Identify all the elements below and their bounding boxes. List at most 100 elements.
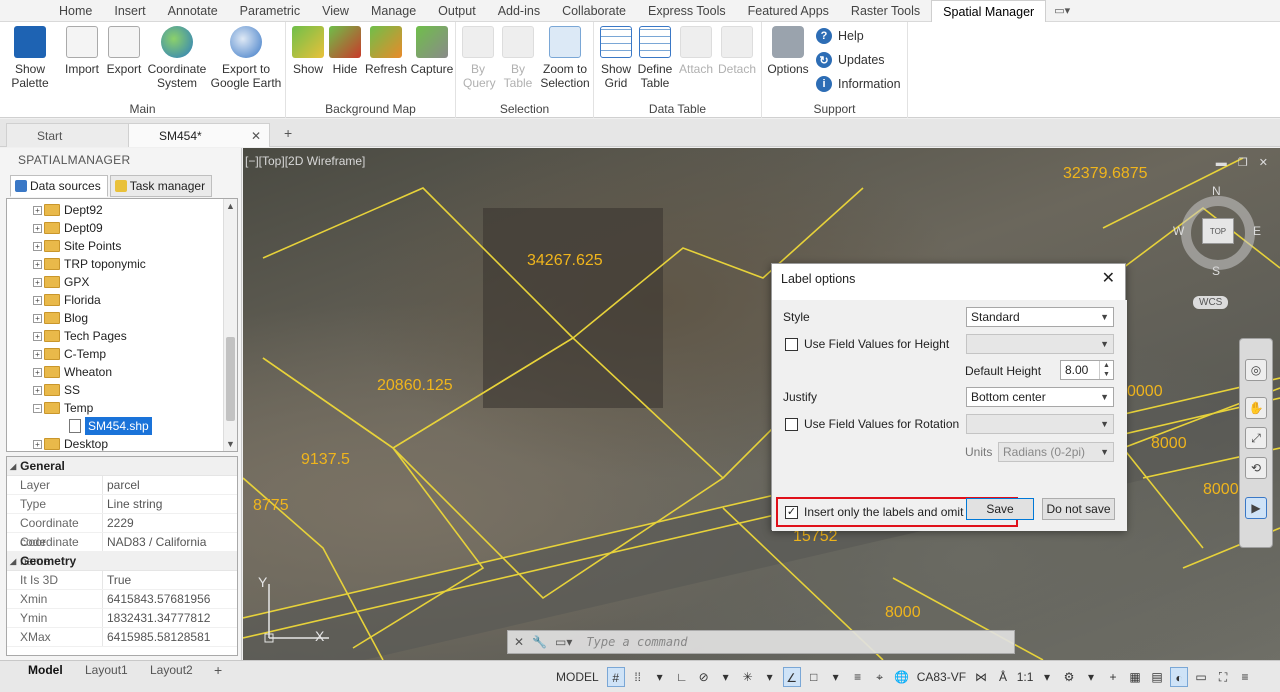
tree-item[interactable]: + Blog: [33, 309, 88, 327]
expand-icon[interactable]: +: [33, 223, 42, 233]
scale-dropdown-icon[interactable]: ▾: [1038, 667, 1056, 687]
doc-tab-sm454[interactable]: SM454* ✕: [128, 123, 270, 147]
wcs-menu[interactable]: WCS: [1193, 296, 1229, 309]
expand-icon[interactable]: +: [33, 439, 42, 449]
tab-insert[interactable]: Insert: [103, 0, 156, 22]
refresh-map-button[interactable]: Refresh: [364, 26, 408, 76]
isometric-dropdown-icon[interactable]: ▾: [761, 667, 779, 687]
scroll-up-icon[interactable]: ▲: [226, 201, 235, 211]
tab-data-sources[interactable]: Data sources: [10, 175, 108, 197]
collapse-icon[interactable]: −: [33, 403, 42, 413]
expand-icon[interactable]: +: [33, 295, 42, 305]
quick-properties-icon[interactable]: ▤: [1148, 667, 1166, 687]
justify-select[interactable]: Bottom center ▼: [966, 387, 1114, 407]
model-space-toggle[interactable]: MODEL: [552, 667, 603, 687]
checkbox-box-checked[interactable]: ✓: [785, 505, 798, 519]
tab-featured-apps[interactable]: Featured Apps: [737, 0, 840, 22]
orbit-icon[interactable]: ⟲: [1245, 457, 1267, 479]
polar-tracking-icon[interactable]: ⊘: [695, 667, 713, 687]
define-table-button[interactable]: Define Table: [636, 26, 674, 90]
expand-icon[interactable]: +: [33, 385, 42, 395]
capture-map-button[interactable]: Capture: [410, 26, 454, 76]
tree-item[interactable]: + SS: [33, 381, 80, 399]
polar-dropdown-icon[interactable]: ▾: [717, 667, 735, 687]
options-button[interactable]: Options: [766, 26, 810, 76]
expand-icon[interactable]: +: [33, 205, 42, 215]
zoom-to-selection-button[interactable]: Zoom to Selection: [538, 26, 592, 90]
location-pin-icon[interactable]: ⌖: [871, 667, 889, 687]
pan-icon[interactable]: ✋: [1245, 397, 1267, 419]
export-button[interactable]: Export: [104, 26, 144, 76]
compass-south[interactable]: S: [1212, 264, 1220, 278]
ribbon-options-icon[interactable]: ▭▾: [1054, 4, 1070, 17]
compass-north[interactable]: N: [1212, 184, 1221, 198]
compass-west[interactable]: W: [1173, 224, 1184, 238]
attach-button[interactable]: Attach: [676, 26, 716, 76]
layout-tab-layout2[interactable]: Layout2: [150, 661, 193, 679]
tree-scrollbar[interactable]: ▲ ▼: [223, 199, 237, 451]
grid-icon[interactable]: #: [606, 667, 625, 687]
default-height-spinner[interactable]: 8.00 ▲ ▼: [1060, 360, 1114, 380]
tab-express-tools[interactable]: Express Tools: [637, 0, 737, 22]
expand-icon[interactable]: +: [33, 259, 42, 269]
hide-map-button[interactable]: Hide: [328, 26, 362, 76]
tab-manage[interactable]: Manage: [360, 0, 427, 22]
tree-item[interactable]: + Florida: [33, 291, 101, 309]
scroll-down-icon[interactable]: ▼: [226, 439, 235, 449]
close-command-icon[interactable]: ✕: [514, 635, 524, 649]
tab-view[interactable]: View: [311, 0, 360, 22]
height-field-select[interactable]: ▼: [966, 334, 1114, 354]
doc-tab-start[interactable]: Start: [6, 123, 146, 147]
tree-item[interactable]: + C-Temp: [33, 345, 106, 363]
layout-tab-model[interactable]: Model: [28, 661, 63, 679]
command-input[interactable]: Type a command: [586, 635, 687, 649]
tree-item[interactable]: − Temp: [33, 399, 93, 417]
customization-menu-icon[interactable]: ≡: [1236, 667, 1254, 687]
coordinate-system-button[interactable]: Coordinate System: [146, 26, 208, 90]
checkbox-box[interactable]: [785, 417, 798, 431]
import-button[interactable]: Import: [62, 26, 102, 76]
tree-item[interactable]: + TRP toponymic: [33, 255, 146, 273]
layout-tab-layout1[interactable]: Layout1: [85, 661, 128, 679]
viewport-window-controls[interactable]: ▬ ❐ ✕: [1216, 156, 1272, 169]
detach-button[interactable]: Detach: [716, 26, 758, 76]
annotation-monitor-icon[interactable]: +: [1104, 667, 1122, 687]
coordinate-system-status[interactable]: CA83-VF: [915, 667, 968, 687]
geometry-section[interactable]: ◢ Geometry: [7, 552, 237, 571]
scrollbar-thumb[interactable]: [226, 337, 235, 421]
workspace-gear-icon[interactable]: ⚙: [1060, 667, 1078, 687]
expand-icon[interactable]: +: [33, 349, 42, 359]
tree-item[interactable]: + Desktop: [33, 435, 108, 451]
show-grid-button[interactable]: Show Grid: [598, 26, 634, 90]
close-icon[interactable]: ✕: [1102, 268, 1115, 288]
object-snap-tracking-icon[interactable]: ∠: [782, 667, 801, 687]
tab-addins[interactable]: Add-ins: [487, 0, 551, 22]
showmotion-icon[interactable]: ▶: [1245, 497, 1267, 519]
annotation-visibility-icon[interactable]: ⋈: [972, 667, 990, 687]
viewcube[interactable]: TOP N W E S WCS: [1173, 184, 1261, 309]
tree-item[interactable]: + Dept92: [33, 201, 103, 219]
tab-task-manager[interactable]: Task manager: [109, 175, 213, 197]
lineweight-icon[interactable]: ≡: [849, 667, 867, 687]
expand-icon[interactable]: +: [33, 313, 42, 323]
hardware-acceleration-icon[interactable]: ▭: [1192, 667, 1210, 687]
export-google-earth-button[interactable]: Export to Google Earth: [210, 26, 282, 90]
use-height-checkbox[interactable]: Use Field Values for Height: [785, 337, 949, 351]
tree-item[interactable]: + GPX: [33, 273, 89, 291]
use-rotation-checkbox[interactable]: Use Field Values for Rotation: [785, 417, 959, 431]
tree-item[interactable]: + Wheaton: [33, 363, 112, 381]
tree-item-selected[interactable]: SM454.shp: [69, 417, 152, 435]
steering-wheel-icon[interactable]: ◎: [1245, 359, 1267, 381]
tab-output[interactable]: Output: [427, 0, 487, 22]
compass-east[interactable]: E: [1253, 224, 1261, 238]
annotation-scale-value[interactable]: 1:1: [1016, 667, 1034, 687]
show-map-button[interactable]: Show: [290, 26, 326, 76]
tab-spatial-manager[interactable]: Spatial Manager: [931, 0, 1047, 22]
ortho-icon[interactable]: ∟: [673, 667, 691, 687]
customize-wrench-icon[interactable]: 🔧: [532, 635, 547, 649]
spinner-arrows-icon[interactable]: ▲ ▼: [1099, 361, 1113, 379]
do-not-save-button[interactable]: Do not save: [1042, 498, 1115, 520]
tab-home[interactable]: Home: [48, 0, 103, 22]
tree-item[interactable]: + Dept09: [33, 219, 103, 237]
expand-icon[interactable]: +: [33, 277, 42, 287]
